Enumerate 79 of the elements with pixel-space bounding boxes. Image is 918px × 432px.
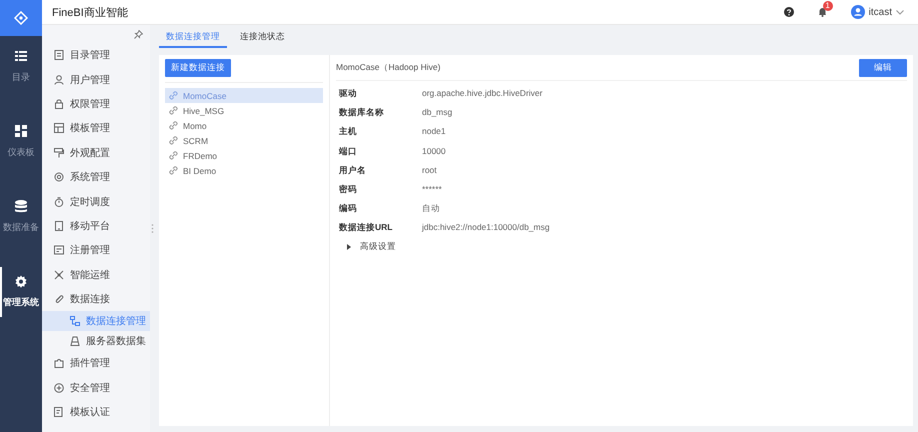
field-label: 数据库名称: [338, 106, 385, 120]
field-value: db_msg: [421, 106, 454, 120]
tab[interactable]: 连接池状态: [233, 25, 292, 48]
stopwatch-icon: [54, 196, 64, 207]
caret-right-icon: [346, 244, 352, 250]
field-label: 驱动: [338, 87, 358, 100]
sidebar-item[interactable]: 数据连接: [42, 286, 150, 312]
link-icon: [169, 166, 178, 175]
new-connection-button[interactable]: 新建数据连接: [165, 59, 231, 77]
field-value: 自动: [421, 202, 441, 216]
chevron-down-icon: [896, 10, 904, 14]
user-name[interactable]: itcast: [868, 6, 892, 18]
sidebar-item[interactable]: 目录管理: [42, 43, 150, 68]
diamond-logo-icon: [14, 11, 28, 25]
connection-item[interactable]: FRDemo: [165, 148, 323, 163]
link-icon: [169, 136, 178, 145]
sidebar-item[interactable]: 插件管理: [42, 351, 150, 376]
connection-item[interactable]: SCRM: [165, 133, 323, 148]
connection-item[interactable]: Momo: [165, 118, 323, 133]
app-title: FineBI商业智能: [52, 6, 128, 18]
bell-icon: [818, 7, 827, 17]
field-value: root: [421, 164, 438, 177]
sidebar-item[interactable]: 智能运维: [42, 262, 150, 287]
network-icon: [70, 316, 80, 326]
edit-button[interactable]: 编辑: [859, 58, 907, 76]
field-value: 10000: [421, 144, 447, 158]
sidebar-item[interactable]: 定时调度: [42, 189, 150, 214]
certificate-icon: [54, 407, 64, 418]
sidebar-item[interactable]: 模板管理: [42, 116, 150, 141]
link-icon: [169, 121, 178, 130]
sidebar-item[interactable]: 系统管理: [42, 164, 150, 190]
advanced-settings-toggle[interactable]: 高级设置: [336, 238, 396, 256]
gear-icon: [54, 172, 64, 182]
connection-item[interactable]: BI Demo: [165, 163, 323, 178]
link-icon: [169, 151, 178, 160]
sidebar-item[interactable]: 服务器数据集: [42, 331, 150, 352]
link-icon: [169, 91, 178, 100]
notification-badge: 1: [822, 1, 833, 11]
sidebar-item[interactable]: 用户管理: [42, 67, 150, 92]
brush-icon: [54, 148, 64, 158]
sidebar-item[interactable]: 权限管理: [42, 92, 150, 116]
paperclip-icon: [54, 294, 64, 304]
pin-icon: [134, 30, 143, 39]
logo-tile[interactable]: [0, 0, 42, 36]
field-value: node1: [421, 125, 447, 138]
rail-item[interactable]: 仪表板: [0, 117, 42, 167]
field-label: 数据连接URL: [338, 221, 394, 234]
layout-icon: [54, 123, 64, 134]
settings-icon: [15, 275, 27, 288]
field-value: org.apache.hive.jdbc.HiveDriver: [421, 87, 544, 100]
field-value: jdbc:hive2://node1:10000/db_msg: [420, 221, 551, 234]
sidebar-item[interactable]: 移动平台: [42, 214, 150, 238]
sidebar-item[interactable]: 注册管理: [42, 238, 150, 263]
list-icon: [15, 50, 27, 63]
document-icon: [54, 50, 64, 60]
lock-icon: [54, 98, 64, 109]
nodes-icon: [54, 270, 64, 280]
avatar-icon: [850, 5, 865, 19]
field-label: 编码: [338, 202, 358, 216]
person-icon: [54, 74, 64, 85]
field-label: 用户名: [338, 164, 367, 177]
field-label: 主机: [338, 125, 358, 138]
phone-icon: [54, 220, 64, 231]
field-label: 密码: [338, 182, 358, 196]
tab[interactable]: 数据连接管理: [159, 25, 227, 48]
database-icon: [15, 200, 27, 213]
help-icon: [784, 7, 794, 17]
rail-item[interactable]: 目录: [0, 42, 42, 92]
grid-icon: [15, 125, 27, 138]
sidebar-item[interactable]: 安全管理: [42, 376, 150, 400]
connection-title: MomoCase（Hadoop Hive): [336, 62, 440, 74]
sidebar-item[interactable]: 外观配置: [42, 140, 150, 165]
sidebar-item[interactable]: 模板认证: [42, 400, 150, 424]
link-icon: [169, 106, 178, 115]
rail-item[interactable]: 数据准备: [0, 192, 42, 242]
register-icon: [54, 245, 64, 256]
field-label: 端口: [338, 144, 358, 158]
field-value: ******: [421, 182, 443, 196]
connection-item[interactable]: Hive_MSG: [165, 103, 323, 118]
